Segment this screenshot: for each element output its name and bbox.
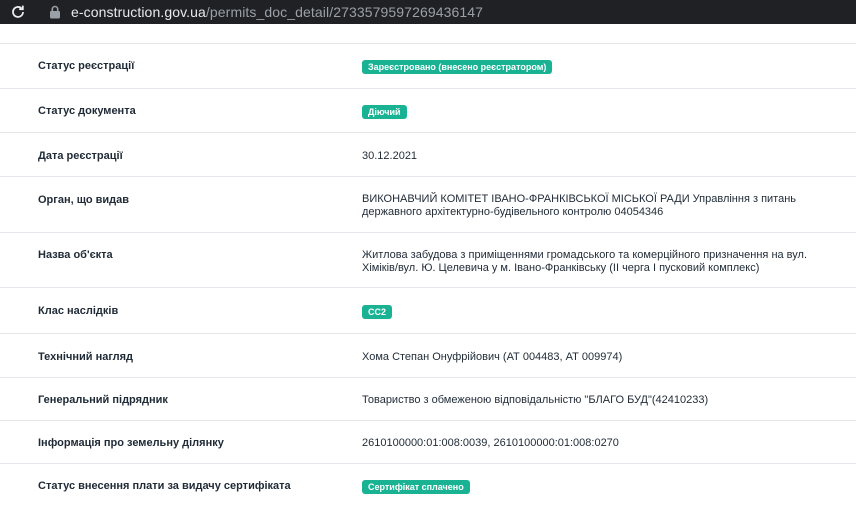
detail-label: Статус документа: [38, 105, 136, 117]
address-field[interactable]: e-construction.gov.ua/permits_doc_detail…: [71, 4, 483, 20]
detail-row-document-status: Статус документа Діючий: [0, 89, 856, 133]
detail-label: Технічний нагляд: [38, 351, 134, 363]
detail-label: Клас наслідків: [38, 305, 119, 317]
top-divider-strip: [0, 24, 856, 44]
detail-value: 30.12.2021: [362, 150, 418, 162]
detail-value: Сертифікат сплачено: [362, 480, 822, 494]
status-badge: Зареєстровано (внесено реєстратором): [362, 60, 553, 74]
detail-label: Дата реєстрації: [38, 150, 123, 162]
detail-label: Орган, що видав: [38, 194, 130, 206]
detail-row-registration-status: Статус реєстрації Зареєстровано (внесено…: [0, 44, 856, 89]
detail-value: ВИКОНАВЧИЙ КОМІТЕТ ІВАНО-ФРАНКІВСЬКОЇ МІ…: [362, 193, 797, 218]
detail-label: Назва об'єкта: [38, 249, 113, 261]
detail-row-consequence-class: Клас наслідків СС2: [0, 288, 856, 334]
detail-row-object-name: Назва об'єкта Житлова забудова з приміще…: [0, 233, 856, 288]
detail-value: СС2: [362, 305, 822, 319]
detail-value: Хома Степан Онуфрійович (АТ 004483, АТ 0…: [362, 351, 623, 363]
detail-row-certificate-fee-status: Статус внесення плати за видачу сертифік…: [0, 464, 856, 509]
url-domain: e-construction.gov.ua: [71, 4, 206, 20]
document-detail-page: Статус реєстрації Зареєстровано (внесено…: [0, 24, 856, 505]
detail-value: Житлова забудова з приміщеннями громадсь…: [362, 249, 808, 274]
detail-row-general-contractor: Генеральний підрядник Товариство з обмеж…: [0, 378, 856, 421]
detail-label: Інформація про земельну ділянку: [38, 437, 224, 449]
detail-row-technical-supervision: Технічний нагляд Хома Степан Онуфрійович…: [0, 334, 856, 378]
detail-label: Генеральний підрядник: [38, 394, 168, 406]
detail-value: Діючий: [362, 105, 822, 119]
browser-address-bar: e-construction.gov.ua/permits_doc_detail…: [0, 0, 856, 24]
detail-value: 2610100000:01:008:0039, 2610100000:01:00…: [362, 437, 619, 449]
detail-row-land-plot-info: Інформація про земельну ділянку 26101000…: [0, 421, 856, 464]
lock-icon[interactable]: [48, 5, 62, 19]
detail-label: Статус реєстрації: [38, 60, 135, 72]
url-path: /permits_doc_detail/2733579597269436147: [205, 4, 484, 20]
reload-icon[interactable]: [10, 4, 26, 20]
detail-value: Зареєстровано (внесено реєстратором): [362, 60, 822, 74]
detail-row-issuing-authority: Орган, що видав ВИКОНАВЧИЙ КОМІТЕТ ІВАНО…: [0, 177, 856, 233]
payment-badge: Сертифікат сплачено: [362, 480, 470, 494]
detail-label: Статус внесення плати за видачу сертифік…: [38, 480, 291, 492]
detail-value: Товариство з обмеженою відповідальністю …: [362, 394, 709, 406]
class-badge: СС2: [362, 305, 393, 319]
status-badge: Діючий: [362, 105, 407, 119]
details-list: Статус реєстрації Зареєстровано (внесено…: [0, 44, 856, 509]
detail-row-registration-date: Дата реєстрації 30.12.2021: [0, 133, 856, 177]
